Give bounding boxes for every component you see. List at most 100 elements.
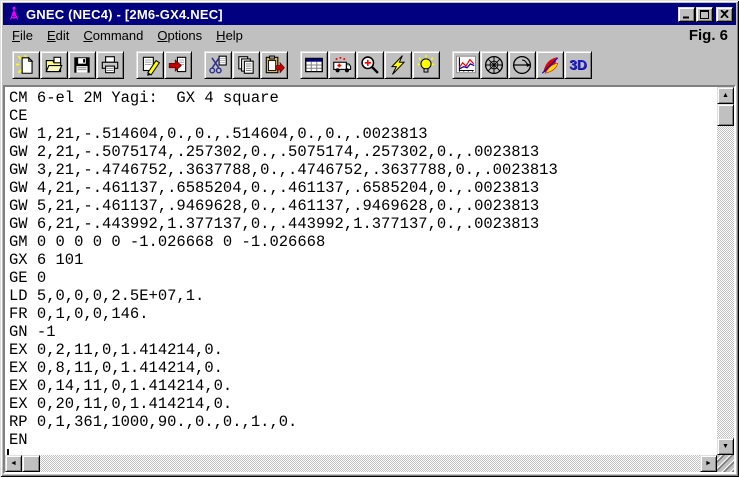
paste-icon: [263, 54, 285, 76]
toolbar-group: [136, 51, 192, 79]
pattern-3d-button[interactable]: [536, 51, 564, 79]
menu-options[interactable]: Options: [150, 26, 209, 45]
azimuth-plot-button[interactable]: [508, 51, 536, 79]
toolbar-group: [452, 51, 592, 79]
code-line: GW 5,21,-.461137,.9469628,0.,.461137,.94…: [9, 197, 717, 215]
code-line: CE: [9, 107, 717, 125]
code-line: FR 0,1,0,0,146.: [9, 305, 717, 323]
content-area: CM 6-el 2M Yagi: GX 4 squareCEGW 1,21,-.…: [3, 85, 736, 474]
scroll-down-button[interactable]: ▼: [717, 438, 734, 455]
vertical-scrollbar[interactable]: ▲ ▼: [717, 87, 734, 455]
zoom-icon: [359, 54, 381, 76]
code-line: GW 4,21,-.461137,.6585204,0.,.461137,.65…: [9, 179, 717, 197]
code-line: CM 6-el 2M Yagi: GX 4 square: [9, 89, 717, 107]
close-icon: [720, 10, 729, 18]
plot-3d-icon: [567, 54, 589, 76]
antenna-app-icon[interactable]: [6, 6, 22, 22]
toolbar-group: [204, 51, 288, 79]
copy-button[interactable]: [232, 51, 260, 79]
import-deck-button[interactable]: [164, 51, 192, 79]
scroll-left-icon: ◄: [10, 460, 17, 467]
print-icon: [99, 54, 121, 76]
menu-file[interactable]: File: [5, 26, 40, 45]
copy-icon: [235, 54, 257, 76]
minimize-icon: [682, 10, 691, 19]
code-line: EN: [9, 431, 717, 449]
title-bar[interactable]: GNEC (NEC4) - [2M6-GX4.NEC]: [3, 3, 736, 25]
print-button[interactable]: [96, 51, 124, 79]
scroll-up-icon: ▲: [722, 92, 729, 99]
import-deck-icon: [167, 54, 189, 76]
horizontal-scrollbar[interactable]: ◄ ►: [5, 455, 717, 472]
line-chart-icon: [455, 54, 477, 76]
figure-label: Fig. 6: [689, 27, 732, 44]
code-line: GN -1: [9, 323, 717, 341]
resize-grip[interactable]: [717, 455, 734, 472]
horizontal-scroll-track[interactable]: [40, 455, 700, 472]
vertical-scroll-track[interactable]: [717, 126, 734, 438]
maximize-icon: [700, 10, 709, 19]
editor[interactable]: CM 6-el 2M Yagi: GX 4 squareCEGW 1,21,-.…: [5, 87, 717, 455]
new-file-icon: [15, 54, 37, 76]
edit-deck-button[interactable]: [136, 51, 164, 79]
scroll-right-icon: ►: [705, 460, 712, 467]
table-icon: [303, 54, 325, 76]
table-button[interactable]: [300, 51, 328, 79]
menu-help[interactable]: Help: [209, 26, 250, 45]
line-chart-button[interactable]: [452, 51, 480, 79]
lightning-icon: [387, 54, 409, 76]
scroll-left-button[interactable]: ◄: [5, 455, 22, 472]
zoom-button[interactable]: [356, 51, 384, 79]
lightbulb-icon: [415, 54, 437, 76]
plot-3d-button[interactable]: [564, 51, 592, 79]
ambulance-icon: [331, 54, 353, 76]
minimize-button[interactable]: [678, 7, 695, 22]
code-line: EX 0,20,11,0,1.414214,0.: [9, 395, 717, 413]
app-window: GNEC (NEC4) - [2M6-GX4.NEC] FileEditComm…: [0, 0, 739, 477]
vertical-scroll-thumb[interactable]: [717, 104, 734, 126]
close-button[interactable]: [716, 7, 733, 22]
maximize-button[interactable]: [696, 7, 713, 22]
lightbulb-button[interactable]: [412, 51, 440, 79]
paste-button[interactable]: [260, 51, 288, 79]
code-line: GE 0: [9, 269, 717, 287]
code-line: GW 1,21,-.514604,0.,0.,.514604,0.,0.,.00…: [9, 125, 717, 143]
menu-edit[interactable]: Edit: [40, 26, 76, 45]
horizontal-scroll-thumb[interactable]: [22, 455, 40, 472]
code-line: GW 6,21,-.443992,1.377137,0.,.443992,1.3…: [9, 215, 717, 233]
save-icon: [71, 54, 93, 76]
open-file-icon: [43, 54, 65, 76]
menu-command[interactable]: Command: [76, 26, 150, 45]
scroll-up-button[interactable]: ▲: [717, 87, 734, 104]
scroll-right-button[interactable]: ►: [700, 455, 717, 472]
menu-bar: FileEditCommandOptionsHelp Fig. 6: [3, 25, 736, 45]
code-line: GW 2,21,-.5075174,.257302,0.,.5075174,.2…: [9, 143, 717, 161]
menu-items: FileEditCommandOptionsHelp: [5, 26, 250, 45]
ambulance-button[interactable]: [328, 51, 356, 79]
open-file-button[interactable]: [40, 51, 68, 79]
editor-lines: CM 6-el 2M Yagi: GX 4 squareCEGW 1,21,-.…: [9, 89, 717, 449]
polar-plot-icon: [483, 54, 505, 76]
scroll-down-icon: ▼: [722, 443, 729, 450]
code-line: EX 0,2,11,0,1.414214,0.: [9, 341, 717, 359]
azimuth-plot-icon: [511, 54, 533, 76]
code-line: RP 0,1,361,1000,90.,0.,0.,1.,0.: [9, 413, 717, 431]
code-line: LD 5,0,0,0,2.5E+07,1.: [9, 287, 717, 305]
cut-button[interactable]: [204, 51, 232, 79]
code-line: EX 0,14,11,0,1.414214,0.: [9, 377, 717, 395]
toolbar: [3, 45, 736, 85]
cut-icon: [207, 54, 229, 76]
toolbar-group: [300, 51, 440, 79]
code-line: GM 0 0 0 0 0 -1.026668 0 -1.026668: [9, 233, 717, 251]
edit-deck-icon: [139, 54, 161, 76]
save-button[interactable]: [68, 51, 96, 79]
code-line: GX 6 101: [9, 251, 717, 269]
text-caret: [7, 449, 9, 455]
window-title: GNEC (NEC4) - [2M6-GX4.NEC]: [26, 7, 677, 22]
polar-plot-button[interactable]: [480, 51, 508, 79]
code-line: GW 3,21,-.4746752,.3637788,0.,.4746752,.…: [9, 161, 717, 179]
lightning-button[interactable]: [384, 51, 412, 79]
new-file-button[interactable]: [12, 51, 40, 79]
code-line: EX 0,8,11,0,1.414214,0.: [9, 359, 717, 377]
pattern-3d-icon: [539, 54, 561, 76]
